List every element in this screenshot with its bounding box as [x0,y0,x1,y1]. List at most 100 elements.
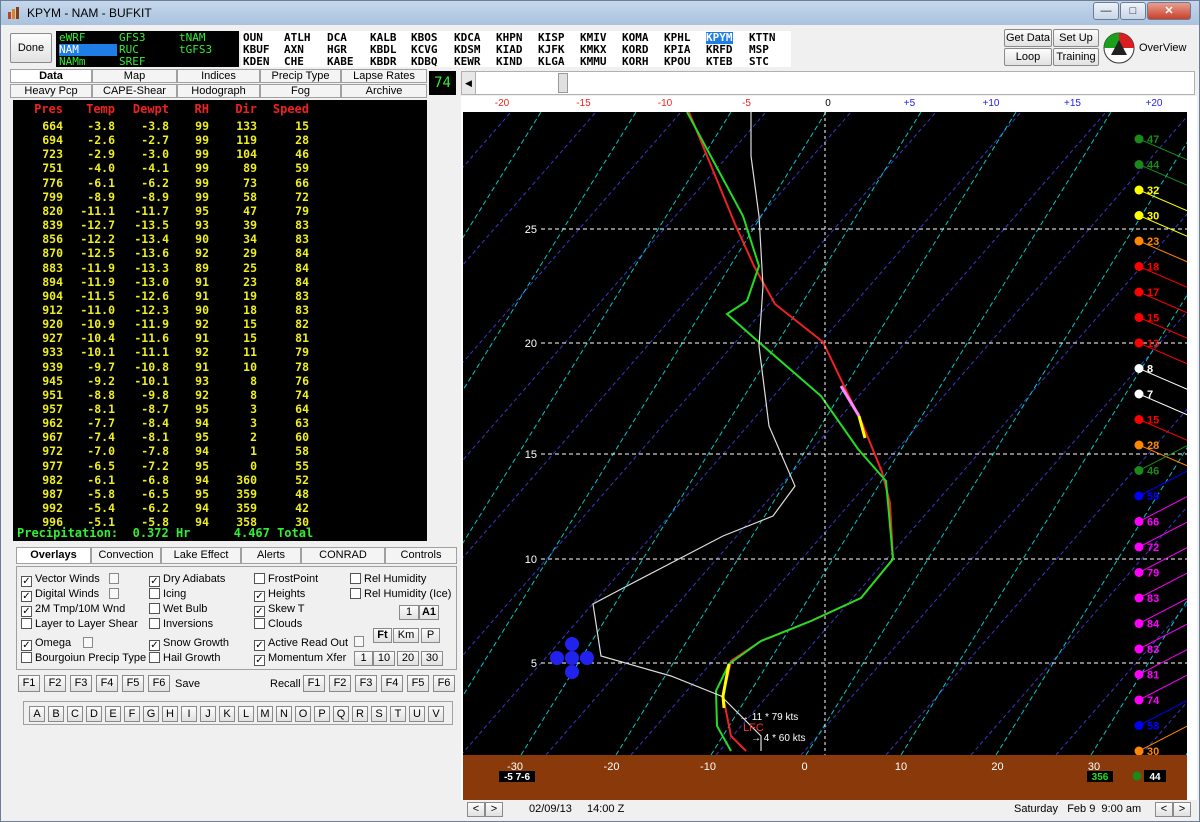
option-button-a1[interactable]: A1 [419,605,439,620]
checkbox[interactable]: ✓ [21,591,32,602]
overlay-inversions[interactable]: Inversions [149,618,213,630]
letter-button-b[interactable]: B [48,706,64,722]
overlay-omega[interactable]: ✓ Omega [21,637,71,651]
station-kewr[interactable]: KEWR [454,56,481,68]
station-kmmu[interactable]: KMMU [580,56,607,68]
tab-lapse-rates[interactable]: Lapse Rates [341,69,427,83]
checkbox[interactable]: ✓ [149,576,160,587]
save-slot-f5[interactable]: F5 [122,675,144,692]
letter-button-h[interactable]: H [162,706,178,722]
overlay-vector-winds[interactable]: ✓ Vector Winds [21,573,100,587]
option-button-1[interactable]: 1 [354,651,373,666]
tab-overlays[interactable]: Overlays [16,547,91,564]
overlay-toggle[interactable] [109,573,119,584]
checkbox[interactable]: ✓ [254,591,265,602]
checkbox[interactable] [149,652,160,663]
close-button[interactable]: ✕ [1147,2,1191,20]
overlay-2m-tmp-10m-wnd[interactable]: ✓ 2M Tmp/10M Wnd [21,603,125,617]
checkbox[interactable] [21,652,32,663]
overview-label[interactable]: OverView [1139,42,1186,54]
letter-button-f[interactable]: F [124,706,140,722]
letter-button-a[interactable]: A [29,706,45,722]
overlay-hail-growth[interactable]: Hail Growth [149,652,220,664]
station-stc[interactable]: STC [749,56,769,68]
recall-slot-f3[interactable]: F3 [355,675,377,692]
overlay-clouds[interactable]: Clouds [254,618,302,630]
status-prev-button[interactable]: < [1155,802,1173,817]
tab-archive[interactable]: Archive [341,84,427,98]
checkbox[interactable] [149,603,160,614]
overlay-momentum-xfer[interactable]: ✓ Momentum Xfer [254,652,346,666]
checkbox[interactable]: ✓ [254,606,265,617]
tab-heavy-pcp[interactable]: Heavy Pcp [10,84,92,98]
letter-button-u[interactable]: U [409,706,425,722]
checkbox[interactable] [254,618,265,629]
station-kden[interactable]: KDEN [243,56,270,68]
slider-thumb[interactable] [558,73,568,93]
option-button-ft[interactable]: Ft [373,628,392,643]
option-button-30[interactable]: 30 [421,651,443,666]
recall-slot-f4[interactable]: F4 [381,675,403,692]
checkbox[interactable]: ✓ [254,640,265,651]
model-tgfs3[interactable]: tGFS3 [179,44,212,56]
model-sref[interactable]: SREF [119,56,146,68]
overlay-frostpoint[interactable]: FrostPoint [254,573,318,585]
tab-lake-effect[interactable]: Lake Effect [161,547,241,564]
save-slot-f2[interactable]: F2 [44,675,66,692]
checkbox[interactable] [350,573,361,584]
checkbox[interactable]: ✓ [149,640,160,651]
recall-slot-f2[interactable]: F2 [329,675,351,692]
tab-convection[interactable]: Convection [91,547,161,564]
option-button-1[interactable]: 1 [399,605,419,620]
letter-button-k[interactable]: K [219,706,235,722]
station-kteb[interactable]: KTEB [706,56,733,68]
tab-hodograph[interactable]: Hodograph [177,84,260,98]
letter-button-n[interactable]: N [276,706,292,722]
overlay-toggle[interactable] [109,588,119,599]
overlay-active-read-out[interactable]: ✓ Active Read Out [254,637,348,651]
prev-time-button[interactable]: < [467,802,485,817]
overlay-rel-humidity-ice-[interactable]: Rel Humidity (Ice) [350,588,451,600]
tab-conrad[interactable]: CONRAD [301,547,385,564]
letter-button-i[interactable]: I [181,706,197,722]
station-kabe[interactable]: KABE [327,56,354,68]
recall-slot-f5[interactable]: F5 [407,675,429,692]
minimize-button[interactable]: — [1093,2,1119,20]
letter-button-p[interactable]: P [314,706,330,722]
option-button-20[interactable]: 20 [397,651,419,666]
option-button-10[interactable]: 10 [373,651,395,666]
tab-precip-type[interactable]: Precip Type [260,69,341,83]
tab-indices[interactable]: Indices [177,69,260,83]
tab-fog[interactable]: Fog [260,84,341,98]
done-button[interactable]: Done [10,33,52,63]
status-next-button[interactable]: > [1173,802,1191,817]
overlay-layer-to-layer-shear[interactable]: Layer to Layer Shear [21,618,138,630]
letter-button-c[interactable]: C [67,706,83,722]
slider-left-arrow[interactable]: ◀ [462,72,476,94]
checkbox[interactable]: ✓ [21,640,32,651]
tab-controls[interactable]: Controls [385,547,457,564]
overlay-snow-growth[interactable]: ✓ Snow Growth [149,637,229,651]
letter-button-o[interactable]: O [295,706,311,722]
overlay-skew-t[interactable]: ✓ Skew T [254,603,304,617]
overlay-bourgoiun-precip-type[interactable]: Bourgoiun Precip Type [21,652,146,664]
overlay-icing[interactable]: Icing [149,588,186,600]
overlay-heights[interactable]: ✓ Heights [254,588,305,602]
overlay-wet-bulb[interactable]: Wet Bulb [149,603,207,615]
save-slot-f6[interactable]: F6 [148,675,170,692]
checkbox[interactable] [254,573,265,584]
set-up-button[interactable]: Set Up [1053,29,1099,47]
checkbox[interactable] [350,588,361,599]
letter-button-d[interactable]: D [86,706,102,722]
skew-t-plot[interactable]: -20 -15 -10 -5 0 +5 +10 +15 +20 25 20 15 10 5 → 11 * 7… [461,96,1197,801]
recall-slot-f6[interactable]: F6 [433,675,455,692]
option-button-p[interactable]: P [421,628,440,643]
station-kind[interactable]: KIND [496,56,523,68]
overlay-digital-winds[interactable]: ✓ Digital Winds [21,588,99,602]
overlay-toggle[interactable] [354,636,364,647]
save-slot-f4[interactable]: F4 [96,675,118,692]
overlay-dry-adiabats[interactable]: ✓ Dry Adiabats [149,573,225,587]
letter-button-m[interactable]: M [257,706,273,722]
letter-button-q[interactable]: Q [333,706,349,722]
checkbox[interactable]: ✓ [21,606,32,617]
